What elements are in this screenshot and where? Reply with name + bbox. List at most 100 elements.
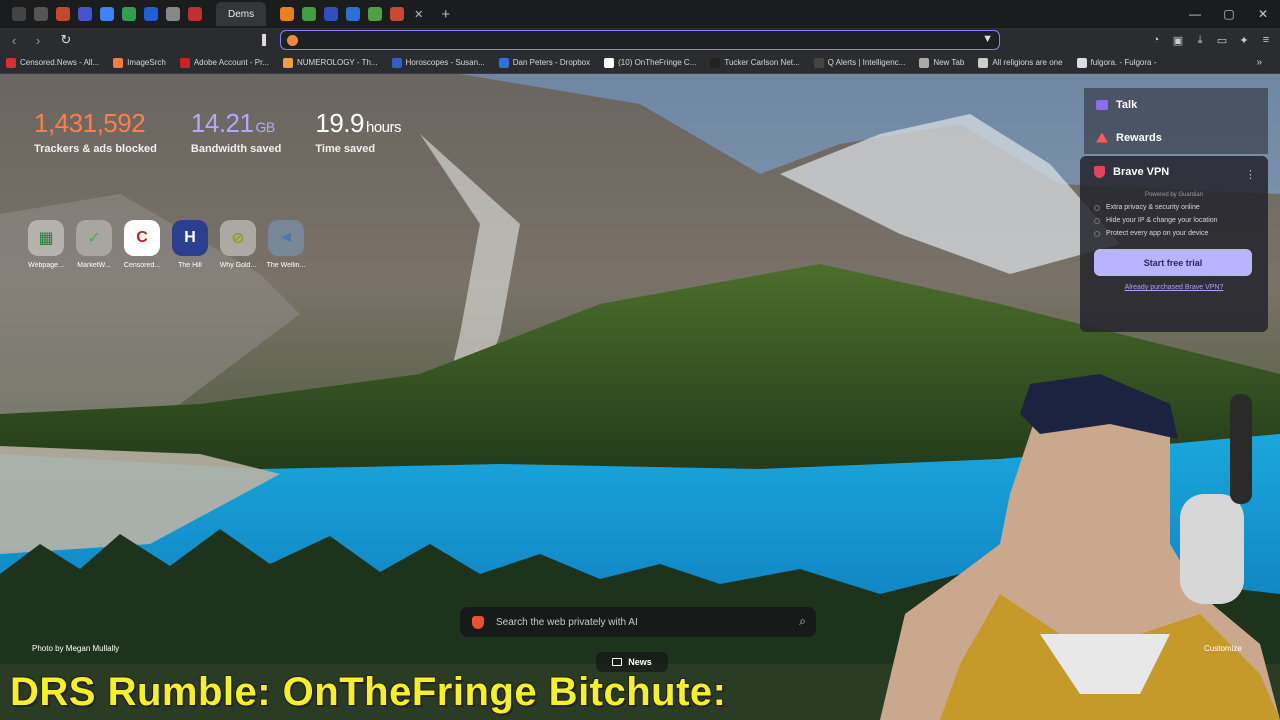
wallet-icon[interactable]: ▭ [1214, 34, 1230, 47]
download-icon[interactable]: ⤓ [1192, 34, 1208, 47]
tab-favicon-icon[interactable] [368, 7, 383, 21]
menu-icon[interactable]: ≡ [1258, 34, 1274, 46]
top-site-tile[interactable]: ▦ Webpage... [26, 220, 66, 269]
bookmark-label: All religions are one [992, 58, 1063, 67]
bookmark-item[interactable]: Q Alerts | Intelligenc... [813, 57, 905, 68]
top-site-favicon-icon: C [124, 220, 160, 256]
talk-widget[interactable]: Talk [1084, 88, 1268, 121]
forward-icon[interactable]: › [28, 33, 48, 48]
tab-favicon-icon[interactable] [346, 7, 361, 21]
bookmarks-bar: Censored.News - All... ImageSrch Adobe Acc… [0, 52, 1280, 74]
video-caption-overlay: DRS Rumble: OnTheFringe Bitchute: [10, 670, 727, 714]
bookmark-favicon-icon [604, 57, 615, 68]
bookmark-item[interactable]: New Tab [919, 57, 965, 68]
bookmark-item[interactable]: All religions are one [978, 57, 1063, 68]
bookmark-item[interactable]: (10) OnTheFringe C... [604, 57, 697, 68]
customize-button[interactable]: Customize [1204, 644, 1242, 653]
new-tab-plus-icon[interactable]: + [441, 6, 450, 23]
vpn-powered-by: Powered by Guardian [1144, 192, 1204, 198]
time-saved-value: 19.9 [315, 108, 364, 138]
search-box[interactable]: Search the web privately with AI ⌕ [460, 607, 816, 637]
bookmark-favicon-icon [919, 57, 930, 68]
top-site-label: The Wellin... [266, 262, 306, 269]
reload-icon[interactable]: ↻ [56, 32, 76, 48]
tab-favicon-icon[interactable] [12, 7, 26, 21]
bookmark-label: ImageSrch [127, 58, 166, 67]
tab-favicon-icon[interactable] [302, 7, 317, 21]
bandwidth-saved-value: 14.21 [190, 108, 254, 138]
brave-vpn-card: Brave VPN ⋮ Powered by Guardian Extra pr… [1080, 156, 1268, 332]
check-circle-icon [1094, 230, 1100, 237]
bookmark-label: New Tab [933, 58, 965, 67]
tab-favicon-icon[interactable] [78, 7, 92, 21]
vpn-feature-label: Extra privacy & security online [1106, 204, 1200, 211]
vpn-title: Brave VPN [1113, 166, 1170, 178]
vpn-more-icon[interactable]: ⋮ [1245, 168, 1256, 181]
widget-nav: Talk Rewards [1084, 88, 1268, 154]
news-label: News [628, 657, 652, 667]
tab-favicon-icon[interactable] [280, 7, 295, 21]
tab-favicon-icon[interactable] [166, 7, 180, 21]
bookmark-label: fulgora. - Fulgora - [1090, 58, 1157, 67]
start-free-trial-button[interactable]: Start free trial [1094, 249, 1252, 276]
rewards-widget[interactable]: Rewards [1084, 121, 1268, 154]
close-window-icon[interactable]: ✕ [1246, 7, 1280, 21]
top-site-label: MarketW... [77, 262, 111, 269]
top-site-tile[interactable]: ✓ MarketW... [74, 220, 114, 269]
bookmark-item[interactable]: fulgora. - Fulgora - [1076, 57, 1157, 68]
bookmark-label: (10) OnTheFringe C... [618, 58, 697, 67]
bookmark-favicon-icon [179, 57, 190, 68]
leo-icon[interactable]: ◔ [1148, 34, 1164, 46]
maximize-icon[interactable]: ▢ [1212, 7, 1246, 21]
bookmark-item[interactable]: Dan Peters - Dropbox [498, 57, 590, 68]
tab-favicon-icon[interactable] [122, 7, 136, 21]
bookmark-item[interactable]: NUMEROLOGY - Th... [282, 57, 378, 68]
tab-favicon-icon[interactable] [100, 7, 114, 21]
sidebar-icon[interactable]: ▣ [1170, 34, 1186, 47]
rewards-label: Rewards [1116, 131, 1162, 144]
top-site-tile[interactable]: C Censored... [122, 220, 162, 269]
tab-favicon-icon[interactable] [56, 7, 70, 21]
bookmark-item[interactable]: Horoscopes - Susan... [391, 57, 485, 68]
bookmark-item[interactable]: Tucker Carlson Net... [710, 57, 800, 68]
search-icon[interactable]: ⌕ [799, 614, 806, 629]
bookmark-item[interactable]: ImageSrch [113, 57, 166, 68]
bookmarks-overflow-icon[interactable]: » [1256, 57, 1262, 68]
bookmark-item[interactable]: Censored.News - All... [6, 57, 99, 68]
already-purchased-link[interactable]: Already purchased Brave VPN? [1094, 284, 1254, 291]
new-tab-page: 1,431,592 Trackers & ads blocked 14.21 GB… [0, 74, 1280, 720]
back-icon[interactable]: ‹ [4, 33, 24, 48]
tab-favicon-icon[interactable] [324, 7, 339, 21]
vpn-feature-item: Hide your IP & change your location [1094, 217, 1254, 224]
top-site-label: Webpage... [28, 262, 64, 269]
brave-logo-icon [287, 34, 298, 46]
news-button[interactable]: News [596, 652, 668, 672]
bookmark-page-icon[interactable]: ❚ [259, 32, 269, 46]
top-sites: ▦ Webpage... ✓ MarketW... C Censored... H The H… [26, 220, 306, 269]
top-site-tile[interactable]: ⊘ Why Gold... [218, 220, 258, 269]
address-bar[interactable]: ▼ [280, 30, 1000, 50]
vpn-feature-list: Extra privacy & security online Hide your… [1094, 204, 1254, 237]
tab-close-icon[interactable]: ✕ [414, 8, 423, 21]
background-tab-favicons-right [276, 7, 408, 21]
extensions-icon[interactable]: ✦ [1236, 34, 1252, 47]
photo-credit[interactable]: Photo by Megan Mullally [32, 644, 119, 653]
top-site-tile[interactable]: ◄ The Wellin... [266, 220, 306, 269]
tab-favicon-icon[interactable] [144, 7, 158, 21]
top-site-label: The Hill [178, 262, 202, 269]
tab-favicon-icon[interactable] [34, 7, 48, 21]
bookmark-favicon-icon [282, 57, 293, 68]
top-site-favicon-icon: H [172, 220, 208, 256]
tab-favicon-icon[interactable] [390, 7, 405, 21]
tab-favicon-icon[interactable] [188, 7, 202, 21]
top-site-tile[interactable]: H The Hill [170, 220, 210, 269]
brave-shields-icon[interactable]: ▼ [982, 33, 993, 45]
vpn-feature-label: Protect every app on your device [1106, 230, 1209, 237]
time-unit: hours [365, 119, 402, 136]
bookmark-item[interactable]: Adobe Account - Pr... [179, 57, 269, 68]
tab-active[interactable]: Dems [216, 2, 267, 26]
check-circle-icon [1094, 204, 1100, 211]
bookmark-label: NUMEROLOGY - Th... [296, 58, 378, 67]
top-site-label: Censored... [123, 262, 161, 269]
minimize-icon[interactable]: — [1178, 7, 1212, 21]
